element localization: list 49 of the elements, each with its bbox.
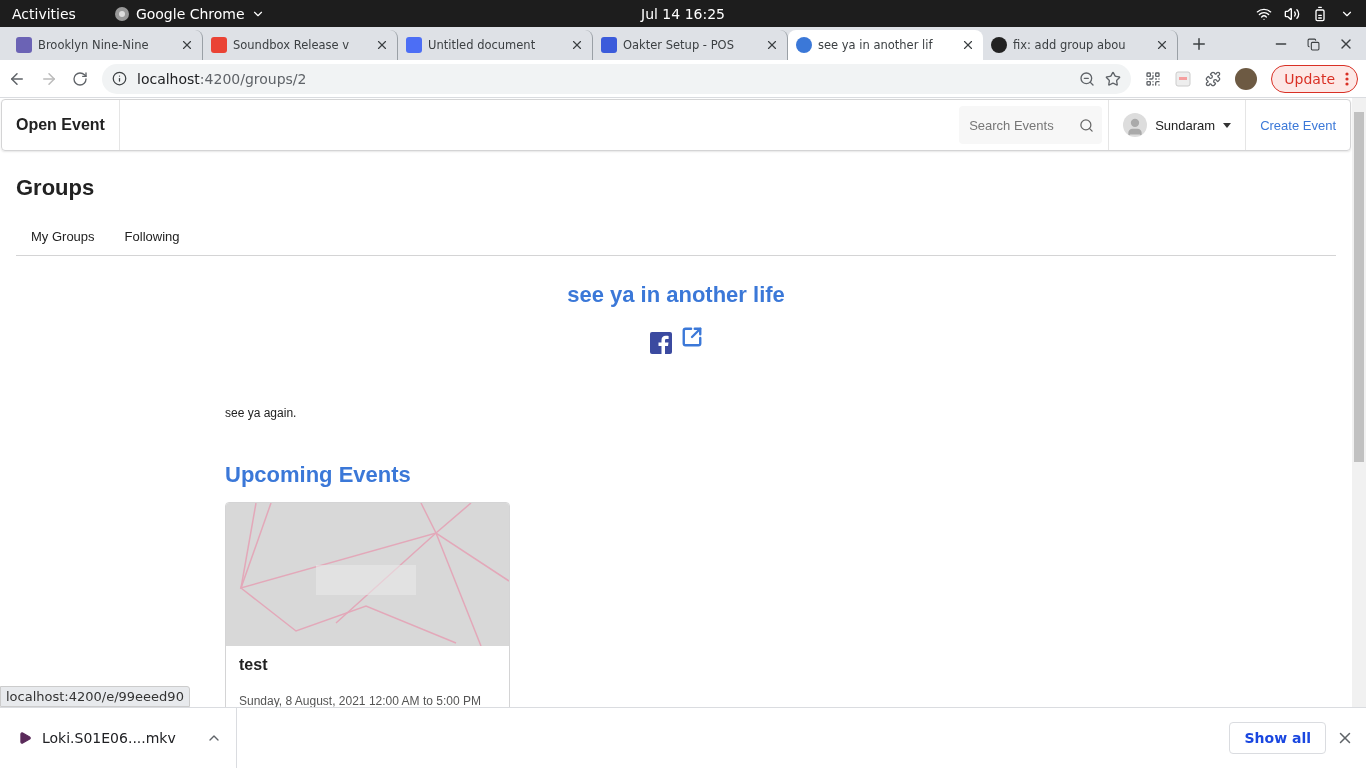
close-icon[interactable] bbox=[765, 38, 779, 52]
info-icon bbox=[112, 71, 127, 86]
chrome-icon bbox=[113, 5, 130, 22]
scrollbar[interactable] bbox=[1352, 98, 1366, 707]
download-item[interactable]: Loki.S01E06....mkv bbox=[0, 708, 237, 768]
clock[interactable]: Jul 14 16:25 bbox=[641, 5, 725, 22]
volume-icon[interactable] bbox=[1284, 5, 1300, 22]
close-icon[interactable] bbox=[1155, 38, 1169, 52]
new-tab-icon[interactable] bbox=[1190, 35, 1208, 53]
facebook-icon[interactable] bbox=[649, 332, 672, 354]
caret-icon bbox=[1223, 122, 1232, 128]
event-date: Sunday, 8 August, 2021 12:00 AM to 5:00 PM bbox=[238, 693, 482, 707]
app-menu[interactable]: Google Chrome bbox=[135, 5, 245, 22]
update-button[interactable]: Update bbox=[1271, 64, 1358, 93]
reload-icon[interactable] bbox=[72, 70, 88, 87]
link-preview: localhost:4200/e/99eeed90 bbox=[0, 686, 190, 707]
group-tab[interactable]: My Groups bbox=[16, 219, 110, 256]
group-title: see ya in another life bbox=[566, 282, 786, 308]
avatar-icon bbox=[1123, 113, 1148, 137]
zoom-out-icon[interactable] bbox=[1079, 70, 1096, 87]
search-box[interactable]: Search Events bbox=[959, 106, 1103, 144]
event-card[interactable]: test Sunday, 8 August, 2021 12:00 AM to 5:00 PM bbox=[225, 502, 510, 707]
qr-code-icon[interactable] bbox=[1145, 70, 1162, 87]
search-field[interactable]: Search Events bbox=[967, 116, 1080, 134]
restore-icon[interactable] bbox=[1307, 36, 1320, 52]
close-icon[interactable] bbox=[375, 38, 389, 52]
group-tab[interactable]: Following bbox=[109, 219, 195, 256]
group-description: see ya again. bbox=[225, 406, 298, 420]
show-all-button[interactable]: Show all bbox=[1229, 722, 1326, 754]
close-icon[interactable] bbox=[961, 38, 975, 52]
browser-tab[interactable]: see ya in another lif bbox=[788, 30, 983, 60]
section-title: Upcoming Events bbox=[225, 462, 412, 488]
video-file-icon bbox=[18, 731, 32, 745]
close-icon[interactable] bbox=[180, 38, 194, 52]
puzzle-icon[interactable] bbox=[1205, 70, 1222, 87]
search-icon[interactable] bbox=[1079, 117, 1095, 133]
event-name: test bbox=[238, 655, 269, 674]
page-title: Groups bbox=[16, 175, 96, 201]
battery-icon[interactable] bbox=[1312, 5, 1328, 22]
profile-avatar[interactable] bbox=[1235, 67, 1258, 90]
star-icon[interactable] bbox=[1105, 70, 1122, 87]
user-name: Sundaram bbox=[1155, 117, 1216, 133]
address-bar[interactable]: localhost:4200/groups/2 bbox=[102, 63, 1132, 94]
brand-link[interactable]: Open Event bbox=[2, 100, 120, 150]
user-menu[interactable]: Sundaram bbox=[1108, 100, 1247, 150]
close-icon[interactable] bbox=[570, 38, 584, 52]
more-icon[interactable] bbox=[1345, 71, 1349, 86]
create-event-link[interactable]: Create Event bbox=[1246, 100, 1350, 150]
activities-button[interactable]: Activities bbox=[12, 5, 76, 22]
